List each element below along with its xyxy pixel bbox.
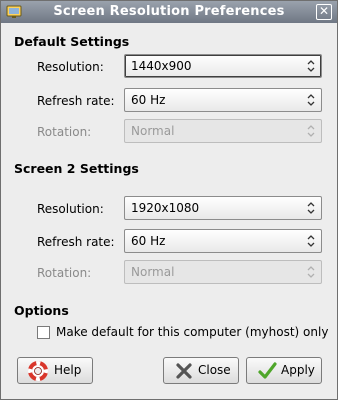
screen2-refresh-label: Refresh rate: [37, 235, 115, 249]
screen2-settings-heading: Screen 2 Settings [14, 161, 139, 176]
combo-arrows-icon [307, 60, 315, 72]
screen2-rotation-select: Normal [124, 260, 322, 284]
help-button[interactable]: Help [17, 357, 93, 384]
combo-arrows-icon [307, 235, 315, 247]
lifebuoy-icon [28, 361, 48, 381]
title-bar[interactable]: Screen Resolution Preferences ✕ [1, 1, 337, 23]
screen2-resolution-value: 1920x1080 [131, 201, 200, 215]
screen2-refresh-select[interactable]: 60 Hz [124, 229, 322, 253]
default-refresh-value: 60 Hz [131, 93, 166, 107]
make-default-label[interactable]: Make default for this computer (myhost) … [56, 325, 328, 339]
default-rotation-value: Normal [131, 124, 175, 138]
make-default-checkbox[interactable] [37, 326, 50, 339]
window-close-button[interactable]: ✕ [316, 4, 332, 20]
default-resolution-select[interactable]: 1440x900 [124, 54, 322, 78]
default-rotation-select: Normal [124, 119, 322, 143]
apply-button[interactable]: Apply [246, 357, 322, 384]
options-heading: Options [14, 303, 69, 318]
screen2-rotation-value: Normal [131, 265, 175, 279]
default-refresh-select[interactable]: 60 Hz [124, 88, 322, 112]
screen2-rotation-label: Rotation: [37, 266, 92, 280]
screen2-resolution-select[interactable]: 1920x1080 [124, 196, 322, 220]
combo-arrows-icon [307, 266, 315, 278]
close-button-label: Close [198, 363, 231, 377]
screen2-resolution-label: Resolution: [37, 202, 104, 216]
default-settings-heading: Default Settings [14, 34, 130, 49]
default-refresh-label: Refresh rate: [37, 94, 115, 108]
window-title: Screen Resolution Preferences [53, 4, 285, 19]
close-button[interactable]: Close [163, 357, 239, 384]
apply-button-label: Apply [281, 363, 315, 377]
default-rotation-label: Rotation: [37, 125, 92, 139]
close-icon: ✕ [318, 4, 330, 18]
checkmark-icon [258, 362, 277, 379]
combo-arrows-icon [307, 94, 315, 106]
screen2-refresh-value: 60 Hz [131, 234, 166, 248]
default-resolution-value: 1440x900 [131, 59, 192, 73]
x-close-icon [176, 363, 192, 379]
preferences-window: Screen Resolution Preferences ✕ Default … [0, 0, 338, 400]
combo-arrows-icon [307, 125, 315, 137]
default-resolution-label: Resolution: [37, 60, 104, 74]
help-button-label: Help [54, 363, 82, 377]
combo-arrows-icon [307, 202, 315, 214]
